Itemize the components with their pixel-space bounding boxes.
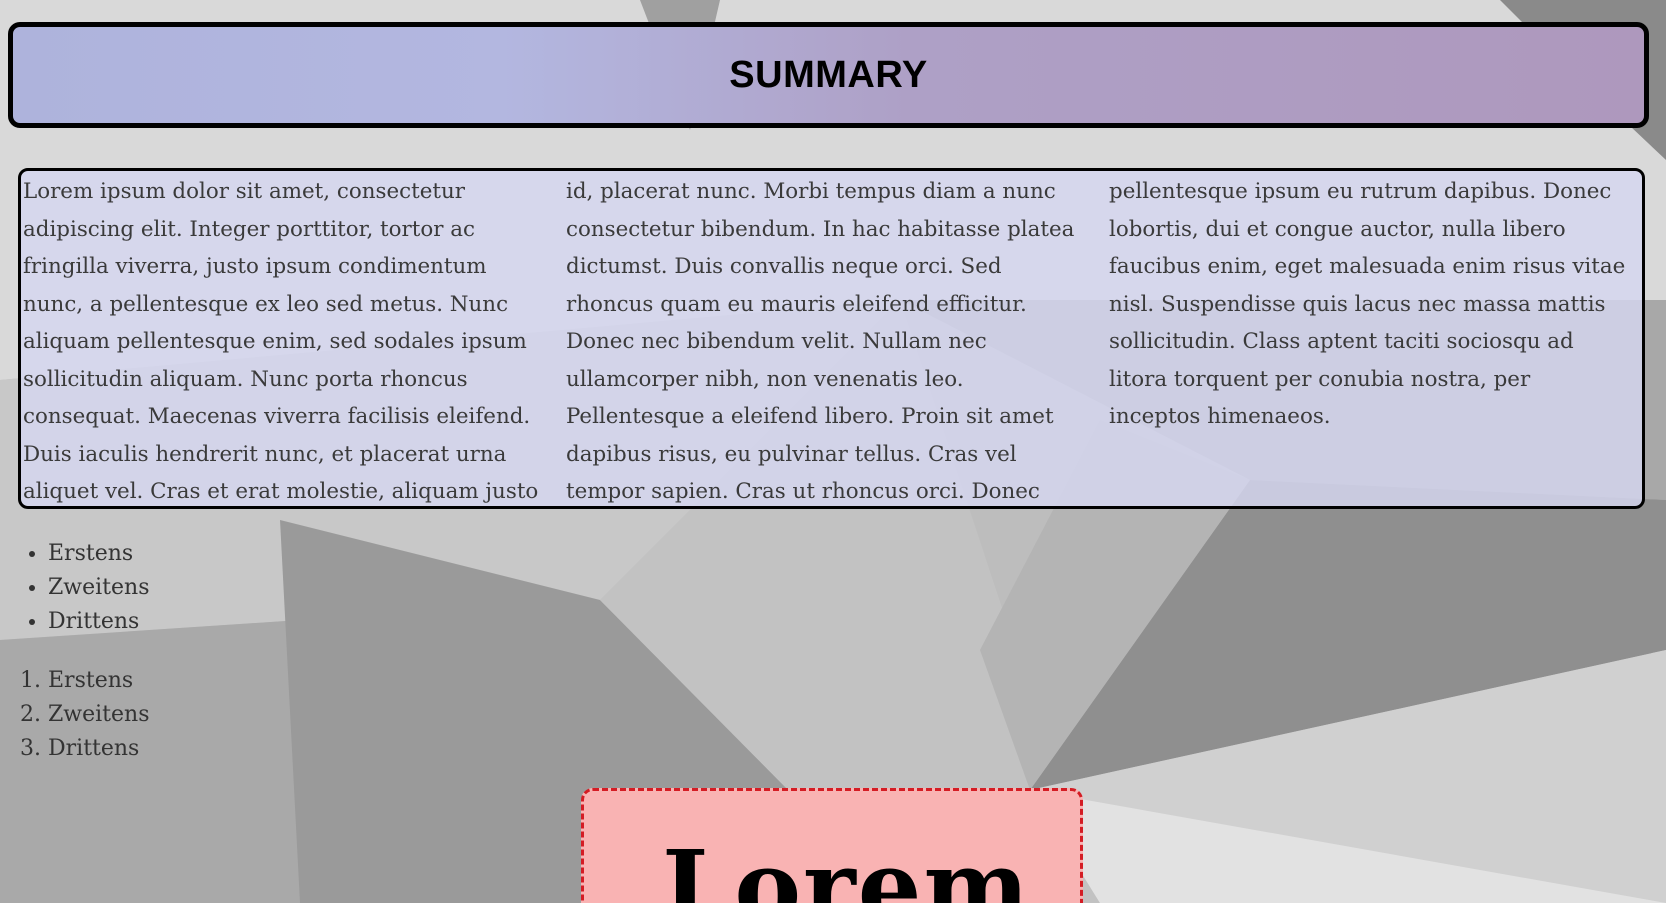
list-item: Zweitens <box>48 698 150 732</box>
article-text-box: Lorem ipsum dolor sit amet, consectetur … <box>18 168 1645 509</box>
list-item: Zweitens <box>48 571 150 605</box>
lorem-card: Lorem <box>581 788 1083 903</box>
list-item: Erstens <box>48 537 150 571</box>
list-item: Drittens <box>48 732 150 766</box>
page-content: SUMMARY Lorem ipsum dolor sit amet, cons… <box>0 0 1666 903</box>
list-item: Drittens <box>48 605 150 639</box>
list-item: Erstens <box>48 664 150 698</box>
card-heading: Lorem <box>662 828 1032 903</box>
page-title: SUMMARY <box>729 53 928 96</box>
ordered-list: Erstens Zweitens Drittens <box>0 664 150 766</box>
unordered-list: Erstens Zweitens Drittens <box>0 537 150 639</box>
summary-header: SUMMARY <box>8 22 1649 128</box>
article-text: Lorem ipsum dolor sit amet, consectetur … <box>23 179 1626 504</box>
